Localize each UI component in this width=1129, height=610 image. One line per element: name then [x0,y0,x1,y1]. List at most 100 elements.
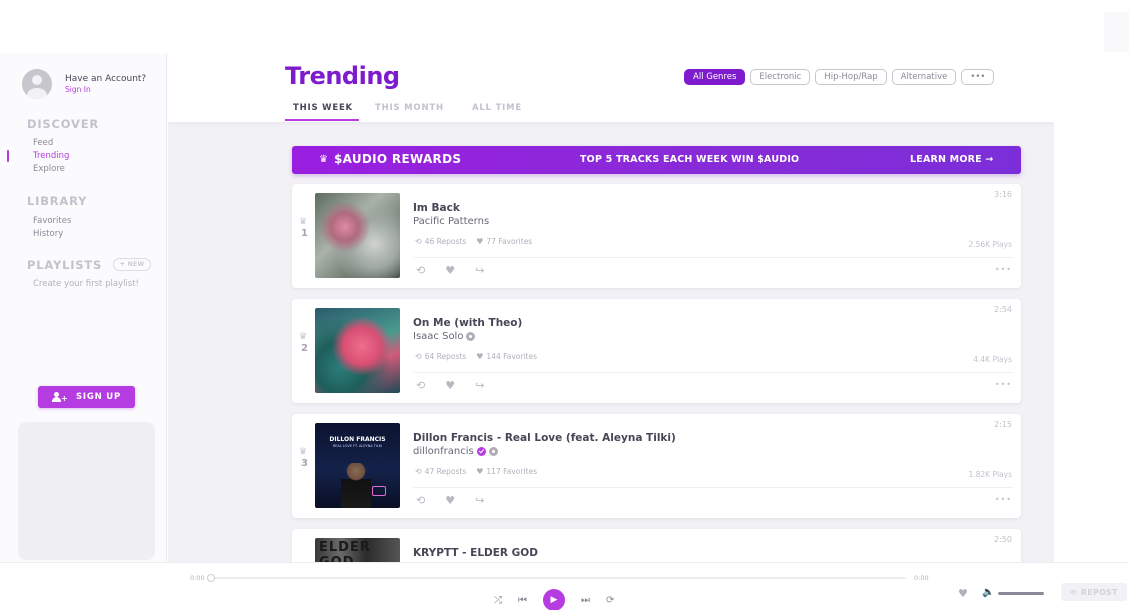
artist-name[interactable]: Pacific Patterns [413,216,489,227]
artwork-badge [372,486,386,496]
track-artwork[interactable]: ELDER GOD [315,538,400,562]
audio-rewards-banner[interactable]: ♛ $AUDIO REWARDS TOP 5 TRACKS EACH WEEK … [292,146,1021,174]
previous-icon[interactable]: ⏮ [518,595,527,606]
track-card[interactable]: ELDER GOD KRYPTT - ELDER GOD 2:50 [292,529,1021,562]
genre-hip-hop-rap[interactable]: Hip-Hop/Rap [815,69,887,85]
genre-electronic[interactable]: Electronic [750,69,811,85]
shuffle-icon[interactable]: ⤮ [494,595,502,606]
tab-this-week[interactable]: THIS WEEK [293,103,353,113]
window-edge [1104,12,1129,52]
track-artist[interactable]: dillonfrancis [413,446,498,457]
track-artwork[interactable]: DILLON FRANCIS REAL LOVE FT. ALEYNA TILK… [315,423,400,508]
repost-icon: ⟲ [1070,587,1077,597]
share-button-icon[interactable]: ↪ [475,494,484,507]
learn-more-link[interactable]: LEARN MORE → [910,154,993,165]
sign-in-link[interactable]: Sign In [65,85,146,94]
progress-scrubber[interactable] [210,577,906,579]
tab-all-time[interactable]: ALL TIME [472,103,522,113]
repost-button-icon[interactable]: ⟲ [416,494,425,507]
track-plays: 2.56K Plays [968,240,1012,249]
track-card[interactable]: ♛ 3 DILLON FRANCIS REAL LOVE FT. ALEYNA … [292,414,1021,518]
repost-count[interactable]: 64 Reposts [425,352,467,361]
genre-alternative[interactable]: Alternative [891,69,957,85]
sidebar-item-trending[interactable]: Trending [33,151,69,161]
repost-label: REPOST [1081,587,1118,597]
sidebar-item-feed[interactable]: Feed [33,138,53,148]
divider [413,372,1013,373]
more-options-icon[interactable]: ••• [995,380,1012,389]
sidebar-item-favorites[interactable]: Favorites [33,216,71,226]
share-button-icon[interactable]: ↪ [475,379,484,392]
divider [413,257,1013,258]
track-duration: 2:50 [994,535,1012,544]
volume-icon[interactable]: 🔈 [982,587,994,598]
more-options-icon[interactable]: ••• [995,265,1012,274]
repost-icon: ⟲ [415,467,422,476]
add-user-icon: + [51,392,68,403]
play-icon: ▶ [550,595,558,605]
playlists-header: PLAYLISTS [27,258,103,272]
repost-icon: ⟲ [415,237,422,246]
artist-name[interactable]: dillonfrancis [413,446,474,457]
track-actions: ⟲ ♥ ↪ [416,379,484,392]
artwork-title: ELDER GOD [319,540,371,562]
track-duration: 3:16 [994,190,1012,199]
repeat-icon[interactable]: ⟳ [606,595,614,606]
track-title[interactable]: On Me (with Theo) [413,317,522,329]
favorite-button-icon[interactable]: ♥ [445,264,455,277]
favorite-button-icon[interactable]: ♥ [445,494,455,507]
artist-badge-icon [488,447,498,456]
track-title[interactable]: Dillon Francis - Real Love (feat. Aleyna… [413,432,676,444]
verified-icon [476,447,486,456]
track-artwork[interactable] [315,193,400,278]
heart-icon[interactable]: ♥ [958,587,968,600]
crown-icon: ♛ [299,217,308,227]
account-title: Have an Account? [65,74,147,84]
tab-this-month[interactable]: THIS MONTH [375,103,444,113]
create-playlist-link[interactable]: Create your first playlist! [33,279,139,289]
track-rank: 3 [301,458,308,469]
track-artist[interactable]: Pacific Patterns [413,216,489,227]
next-icon[interactable]: ⏭ [581,595,590,606]
repost-button[interactable]: ⟲ REPOST [1061,583,1127,601]
genre-more-button[interactable]: ••• [961,69,995,85]
playback-controls: ⤮ ⏮ ▶ ⏭ ⟳ [494,589,614,610]
favorite-count[interactable]: 117 Favorites [486,467,537,476]
artist-name[interactable]: Isaac Solo [413,331,463,342]
track-stats: ⟲ 64 Reposts ♥ 144 Favorites [415,352,537,361]
favorite-button-icon[interactable]: ♥ [445,379,455,392]
account-block[interactable]: Have an Account? Sign In [22,69,146,99]
sign-up-button[interactable]: + SIGN UP [38,386,135,408]
track-artwork[interactable] [315,308,400,393]
repost-count[interactable]: 47 Reposts [425,467,467,476]
library-header: LIBRARY [27,194,88,208]
active-tab-underline [285,119,359,121]
repost-button-icon[interactable]: ⟲ [416,264,425,277]
favorite-count[interactable]: 77 Favorites [486,237,532,246]
volume-slider[interactable] [998,592,1044,595]
sidebar-item-history[interactable]: History [33,229,63,239]
repost-count[interactable]: 46 Reposts [425,237,467,246]
track-title[interactable]: KRYPTT - ELDER GOD [413,547,538,559]
share-button-icon[interactable]: ↪ [475,264,484,277]
repost-button-icon[interactable]: ⟲ [416,379,425,392]
new-playlist-button[interactable]: + NEW [113,258,151,271]
genre-all[interactable]: All Genres [684,69,746,85]
track-duration: 2:54 [994,305,1012,314]
play-button[interactable]: ▶ [543,589,565,610]
track-card[interactable]: ♛ 1 Im Back Pacific Patterns ⟲ 46 Repost… [292,184,1021,288]
page-header: Trending THIS WEEK THIS MONTH ALL TIME A… [168,53,1054,122]
sidebar-item-explore[interactable]: Explore [33,164,65,174]
artist-badge-icon [466,332,476,341]
track-artist[interactable]: Isaac Solo [413,331,476,342]
scrubber-handle[interactable] [207,574,215,582]
track-title[interactable]: Im Back [413,202,460,214]
track-rank: 1 [301,228,308,239]
avatar[interactable] [22,69,52,99]
active-nav-indicator [7,150,9,162]
more-options-icon[interactable]: ••• [995,495,1012,504]
sidebar-promo-card [18,422,155,560]
track-stats: ⟲ 47 Reposts ♥ 117 Favorites [415,467,537,476]
track-card[interactable]: ♛ 2 On Me (with Theo) Isaac Solo ⟲ 64 Re… [292,299,1021,403]
favorite-count[interactable]: 144 Favorites [486,352,537,361]
